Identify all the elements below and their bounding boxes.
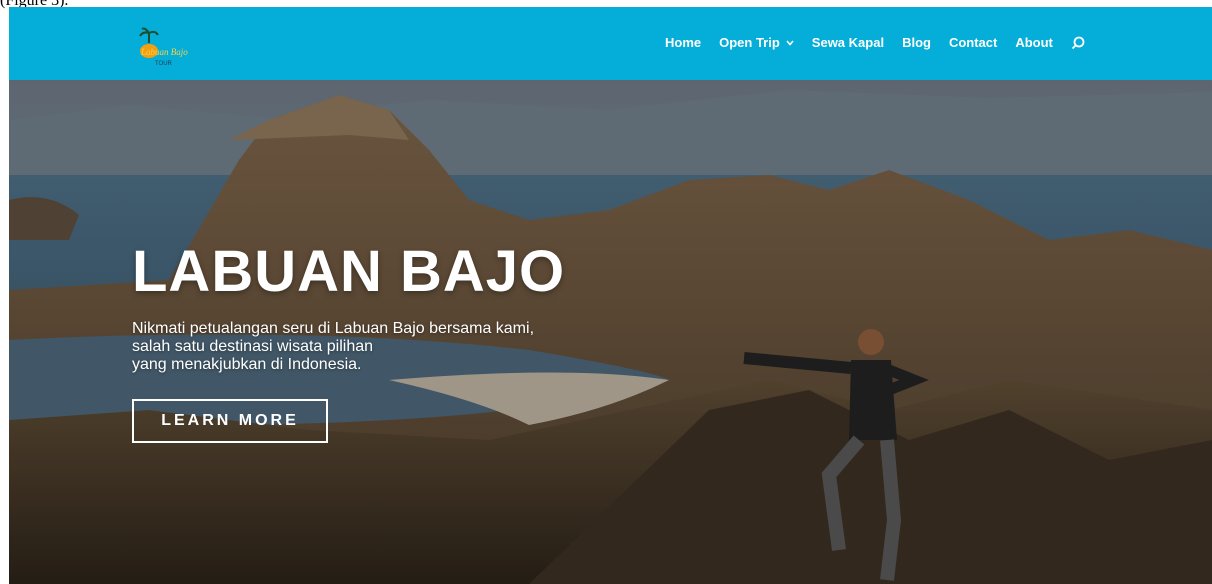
logo-subtext: TOUR — [155, 61, 173, 67]
logo-wordmark: Labuan Bajo — [140, 47, 188, 57]
chevron-down-icon — [786, 39, 794, 46]
logo-icon: Labuan Bajo TOUR — [139, 27, 188, 67]
hero-description-line-2: salah satu destinasi wisata pilihan — [132, 338, 374, 355]
nav-about[interactable]: About — [1015, 35, 1053, 50]
nav-contact[interactable]: Contact — [949, 35, 997, 50]
hero-section: LABUAN BAJO Nikmati petualangan seru di … — [9, 80, 1212, 584]
top-navigation-bar: Labuan Bajo TOUR Home Open Trip Sewa Kap… — [9, 7, 1212, 80]
nav-open-trip[interactable]: Open Trip — [719, 35, 794, 50]
hero-title: LABUAN BAJO — [132, 239, 566, 304]
site-logo[interactable]: Labuan Bajo TOUR — [135, 23, 205, 67]
hero-description-line-1: Nikmati petualangan seru di Labuan Bajo … — [132, 320, 535, 337]
website: Labuan Bajo TOUR Home Open Trip Sewa Kap… — [9, 7, 1212, 584]
hero-description: Nikmati petualangan seru di Labuan Bajo … — [132, 320, 652, 374]
nav-home[interactable]: Home — [665, 35, 701, 50]
nav-blog[interactable]: Blog — [902, 35, 931, 50]
hero-description-line-3: yang menakjubkan di Indonesia. — [132, 356, 362, 373]
search-icon[interactable] — [1071, 36, 1085, 50]
nav-open-trip-label: Open Trip — [719, 35, 780, 50]
main-menu: Home Open Trip Sewa Kapal Blog Contact A… — [665, 35, 1085, 50]
nav-sewa-kapal[interactable]: Sewa Kapal — [812, 35, 884, 50]
learn-more-button[interactable]: LEARN MORE — [132, 399, 328, 443]
